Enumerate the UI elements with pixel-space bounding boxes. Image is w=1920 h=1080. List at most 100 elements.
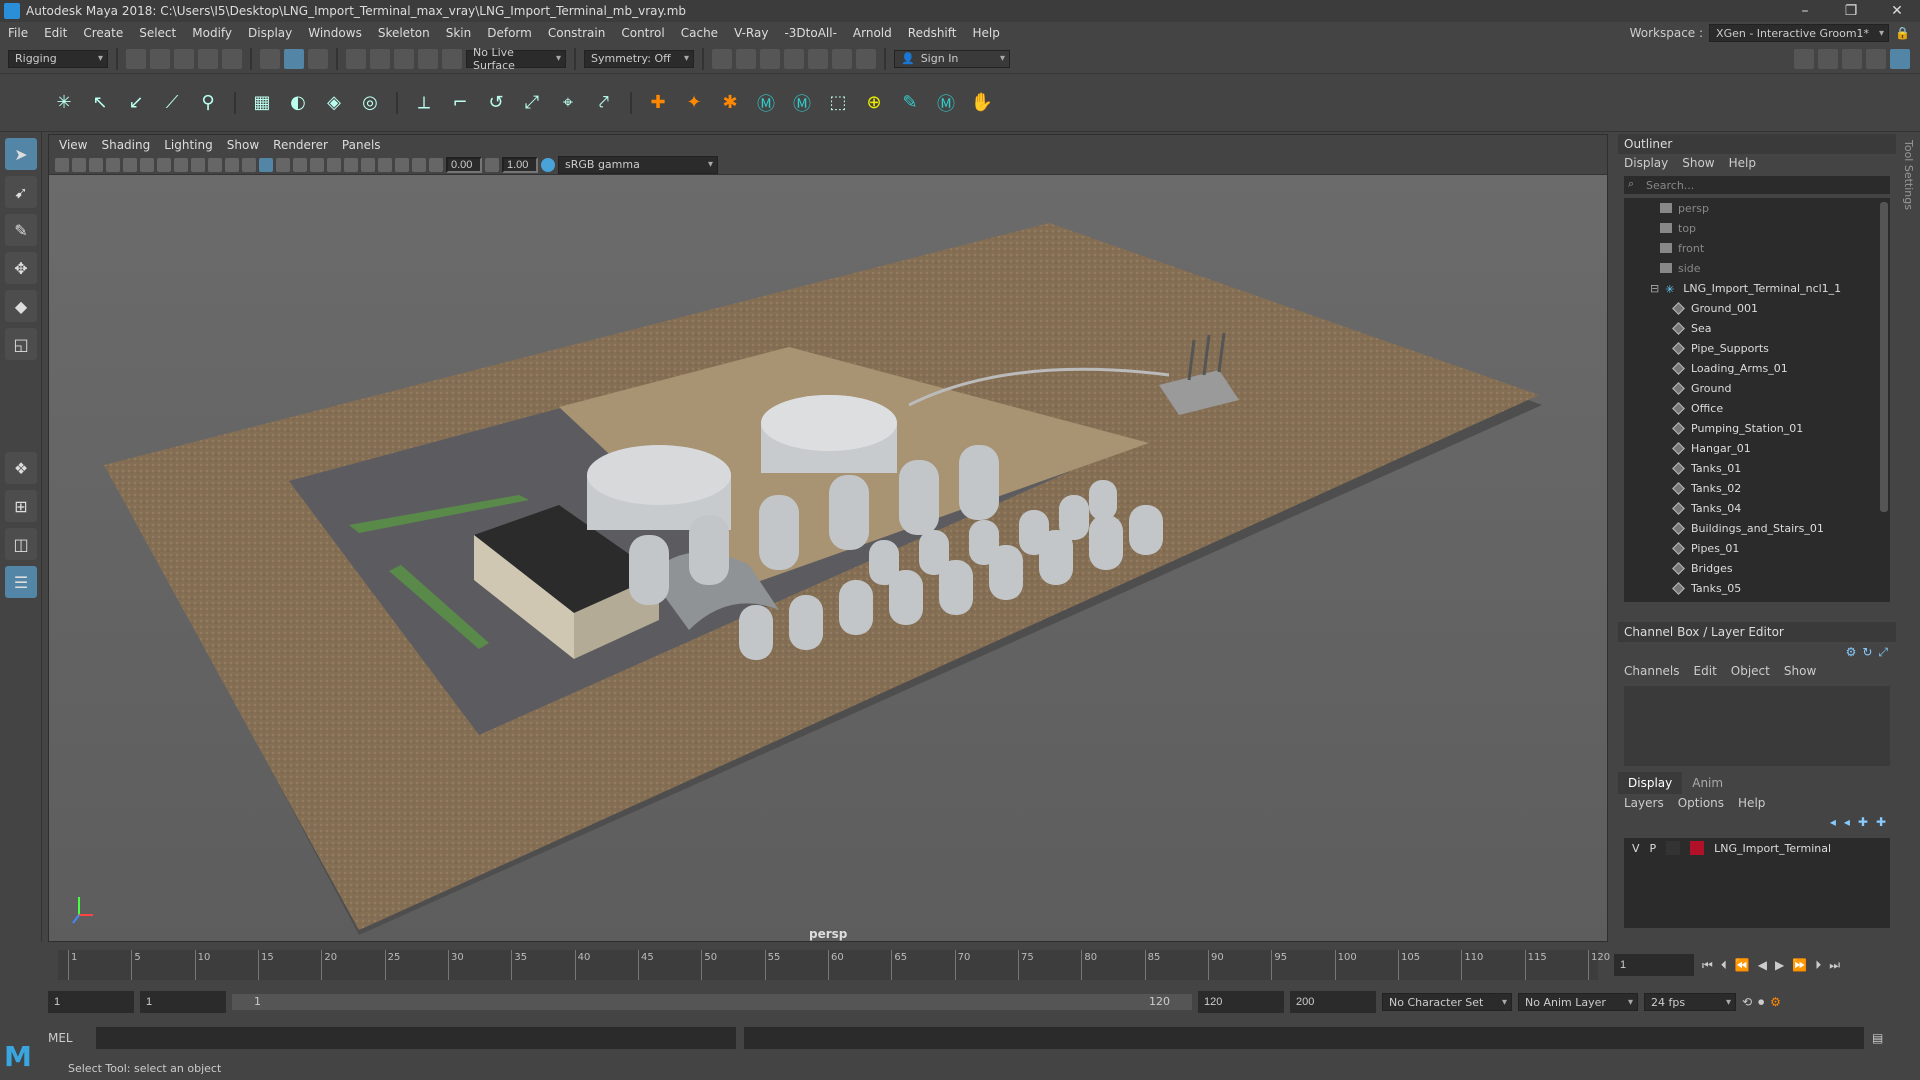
tool-settings-icon[interactable] [1866, 48, 1886, 69]
outliner-scrollbar[interactable] [1880, 202, 1888, 512]
preferences-icon[interactable]: ⚙ [1770, 995, 1781, 1009]
menu-skin[interactable]: Skin [438, 26, 480, 40]
deformer-icon[interactable]: ⊕ [860, 89, 888, 117]
layer-menu-options[interactable]: Options [1678, 796, 1724, 810]
tool-settings-side-tab[interactable]: Tool Settings [1902, 140, 1918, 940]
playback-end-field[interactable] [1198, 991, 1284, 1013]
step-back-key-icon[interactable]: ⏪ [1735, 958, 1750, 972]
color-management-icon[interactable] [541, 157, 555, 172]
outliner-item[interactable]: Tanks_05 [1624, 578, 1890, 598]
ik-handle-icon[interactable]: ↖ [86, 89, 114, 117]
fps-dropdown[interactable]: 24 fps [1644, 993, 1736, 1011]
smooth-bind-icon[interactable]: ◐ [284, 89, 312, 117]
anim-layer-dropdown[interactable]: No Anim Layer [1518, 993, 1638, 1011]
outliner-search-input[interactable]: ⌕ Search... [1624, 176, 1890, 194]
grid-icon[interactable] [140, 157, 154, 172]
menu-create[interactable]: Create [75, 26, 131, 40]
select-object-icon[interactable] [284, 48, 304, 69]
shadows-icon[interactable] [327, 157, 341, 172]
new-layer-icon[interactable]: ✚ [1858, 815, 1868, 829]
menu-deform[interactable]: Deform [479, 26, 540, 40]
viewport-menu-show[interactable]: Show [227, 138, 259, 152]
snap-curve-icon[interactable] [370, 48, 390, 69]
maximize-button[interactable]: ❐ [1828, 3, 1874, 19]
layer-playback-toggle[interactable]: P [1650, 842, 1657, 855]
lock-icon[interactable]: 🔒 [1895, 26, 1910, 40]
channel-box-float-icon[interactable]: ⤢ [1878, 645, 1888, 660]
pause-icon[interactable] [856, 48, 876, 69]
menu-help[interactable]: Help [964, 26, 1007, 40]
command-input[interactable] [96, 1027, 736, 1049]
time-slider[interactable]: 1 5 10 15 20 25 30 35 40 45 50 55 60 65 70 75 80 85 90 95 10… [48, 946, 1610, 986]
shape-editor-icon[interactable]: Ⓜ [932, 89, 960, 117]
menu-arnold[interactable]: Arnold [845, 26, 900, 40]
outliner-item-root[interactable]: ⊟ ✳ LNG_Import_Terminal_ncl1_1 [1624, 278, 1890, 298]
aim-constraint-icon[interactable]: ⌖ [554, 89, 582, 117]
outliner-item[interactable]: Pumping_Station_01 [1624, 418, 1890, 438]
move-tool-icon[interactable]: ✥ [5, 252, 37, 284]
wireframe-on-shaded-icon[interactable] [276, 157, 290, 172]
menu-modify[interactable]: Modify [184, 26, 240, 40]
outliner-layout-icon[interactable]: ☰ [5, 566, 37, 598]
menu-skeleton[interactable]: Skeleton [370, 26, 438, 40]
select-hierarchy-icon[interactable] [260, 48, 280, 69]
outliner-item[interactable]: Sea [1624, 318, 1890, 338]
menu-redshift[interactable]: Redshift [900, 26, 965, 40]
bind-skin-icon[interactable]: ▦ [248, 89, 276, 117]
cluster-icon[interactable]: ✦ [680, 89, 708, 117]
gate-mask-icon[interactable] [191, 157, 205, 172]
snap-point-icon[interactable] [394, 48, 414, 69]
outliner-menu-display[interactable]: Display [1624, 156, 1668, 170]
step-forward-key-icon[interactable]: ⏩ [1792, 958, 1807, 972]
playback-start-field[interactable] [140, 991, 226, 1013]
animation-start-field[interactable] [48, 991, 134, 1013]
channel-box-menu-object[interactable]: Object [1731, 664, 1770, 678]
menu-vray[interactable]: V-Ray [726, 26, 776, 40]
menu-constrain[interactable]: Constrain [540, 26, 614, 40]
new-layer-selected-icon[interactable]: ✚ [1876, 815, 1886, 829]
sign-in-button[interactable]: 👤 Sign In [894, 49, 1010, 68]
outliner-menu-show[interactable]: Show [1682, 156, 1714, 170]
channel-box-menu-channels[interactable]: Channels [1624, 664, 1680, 678]
channel-box-refresh-icon[interactable]: ↻ [1862, 645, 1872, 659]
pose-editor-icon[interactable]: ✋ [968, 89, 996, 117]
menu-control[interactable]: Control [613, 26, 672, 40]
ik-spline-icon[interactable]: ↙ [122, 89, 150, 117]
menu-edit[interactable]: Edit [36, 26, 75, 40]
3d-scene[interactable]: persp [49, 175, 1607, 941]
menuset-dropdown[interactable]: Rigging [8, 49, 108, 68]
outliner-menu-help[interactable]: Help [1729, 156, 1756, 170]
menu-file[interactable]: File [0, 26, 36, 40]
tab-anim[interactable]: Anim [1682, 772, 1733, 794]
mirror-joint-icon[interactable]: ⟋ [158, 89, 186, 117]
step-back-icon[interactable]: ⏴ [1721, 958, 1727, 973]
layer-row[interactable]: V P LNG_Import_Terminal [1624, 838, 1890, 858]
render-settings-icon[interactable] [784, 48, 804, 69]
outliner-item[interactable]: Ground [1624, 378, 1890, 398]
viewport-menu-lighting[interactable]: Lighting [164, 138, 213, 152]
move-layer-up-icon[interactable]: ◂ [1830, 815, 1836, 829]
minimize-button[interactable]: – [1782, 3, 1828, 19]
outliner-item[interactable]: Office [1624, 398, 1890, 418]
viewport-menu-panels[interactable]: Panels [342, 138, 381, 152]
outliner-item[interactable]: Pipe_Supports [1624, 338, 1890, 358]
scale-constraint-icon[interactable]: ⤢ [518, 89, 546, 117]
channel-box-layout-icon[interactable]: ⚙ [1846, 645, 1857, 659]
animation-end-field[interactable] [1290, 991, 1376, 1013]
viewport-menu-view[interactable]: View [59, 138, 87, 152]
paint-select-icon[interactable]: ✎ [5, 214, 37, 246]
hik-skeleton-icon[interactable]: Ⓜ [788, 89, 816, 117]
step-forward-icon[interactable]: ⏵ [1815, 958, 1821, 973]
select-component-icon[interactable] [308, 48, 328, 69]
locator-icon[interactable]: ✚ [644, 89, 672, 117]
menu-select[interactable]: Select [131, 26, 184, 40]
lasso-tool-icon[interactable]: ➹ [5, 176, 37, 208]
collapse-icon[interactable]: ⊟ [1650, 282, 1659, 295]
quick-rig-icon[interactable]: ⬚ [824, 89, 852, 117]
outliner-item[interactable]: Hangar_01 [1624, 438, 1890, 458]
interactive-bind-icon[interactable]: ◎ [356, 89, 384, 117]
channel-box-menu-show[interactable]: Show [1784, 664, 1816, 678]
save-scene-icon[interactable] [174, 48, 194, 69]
undo-icon[interactable] [198, 48, 218, 69]
parent-constraint-icon[interactable]: ⟂ [410, 89, 438, 117]
